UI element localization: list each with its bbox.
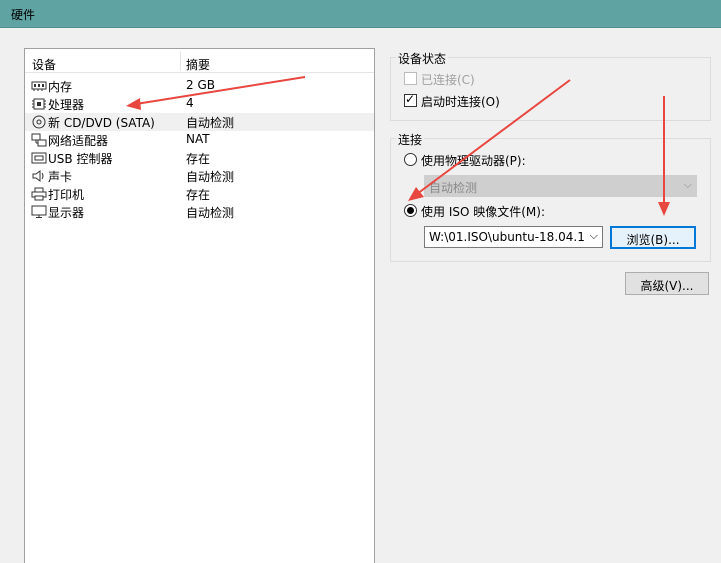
device-summary: 自动检测 xyxy=(186,170,235,184)
physical-drive-value: 自动检测 xyxy=(429,181,478,195)
device-row-usb-controller[interactable]: USB 控制器 存在 xyxy=(25,149,374,167)
iso-image-radio[interactable] xyxy=(404,204,417,217)
chevron-down-icon: ⌵ xyxy=(589,229,598,242)
physical-drive-label: 使用物理驱动器(P): xyxy=(421,154,526,168)
network-adapter-icon xyxy=(31,133,47,147)
column-separator[interactable] xyxy=(180,51,181,71)
column-header-device[interactable]: 设备 xyxy=(32,56,56,73)
connected-checkbox[interactable] xyxy=(404,72,417,85)
device-row-memory[interactable]: 内存 2 GB xyxy=(25,77,374,95)
advanced-button[interactable]: 高级(V)... xyxy=(625,272,709,295)
device-name: 内存 xyxy=(48,80,73,94)
checkmark-icon: ✓ xyxy=(405,92,416,106)
device-summary: 存在 xyxy=(186,152,211,166)
device-summary: 2 GB xyxy=(186,78,215,92)
device-summary: NAT xyxy=(186,132,210,146)
cd-dvd-icon xyxy=(32,115,46,129)
device-row-display[interactable]: 显示器 自动检测 xyxy=(25,203,374,221)
device-name: 显示器 xyxy=(48,206,85,220)
device-summary: 自动检测 xyxy=(186,206,235,220)
usb-controller-icon xyxy=(31,152,47,164)
window-title-bar: 硬件 xyxy=(0,0,721,28)
device-row-network-adapter[interactable]: 网络适配器 NAT xyxy=(25,131,374,149)
device-row-sound-card[interactable]: 声卡 自动检测 xyxy=(25,167,374,185)
connected-checkbox-label: 已连接(C) xyxy=(421,73,475,87)
device-name: 处理器 xyxy=(48,98,85,112)
device-status-group-label: 设备状态 xyxy=(396,50,449,67)
device-summary: 自动检测 xyxy=(186,116,235,130)
physical-drive-radio[interactable] xyxy=(404,153,417,166)
chevron-down-icon: ⌵ xyxy=(683,178,692,191)
device-list-header: 设备 摘要 xyxy=(25,49,374,73)
connection-group-label: 连接 xyxy=(396,131,425,148)
device-name: 网络适配器 xyxy=(48,134,109,148)
iso-path-combobox[interactable]: W:\01.ISO\ubuntu-18.04.1- ⌵ xyxy=(424,226,603,248)
connect-at-power-on-checkbox[interactable]: ✓ xyxy=(404,92,417,107)
radio-selected-dot xyxy=(407,207,414,214)
printer-icon xyxy=(31,187,47,201)
memory-icon xyxy=(31,81,47,91)
device-summary: 存在 xyxy=(186,188,211,202)
device-row-processor[interactable]: 处理器 4 xyxy=(25,95,374,113)
connect-at-power-on-label: 启动时连接(O) xyxy=(421,95,500,109)
physical-drive-select[interactable]: 自动检测 ⌵ xyxy=(424,175,697,197)
window-title: 硬件 xyxy=(11,8,36,22)
device-name: 新 CD/DVD (SATA) xyxy=(48,116,155,130)
device-row-printer[interactable]: 打印机 存在 xyxy=(25,185,374,203)
iso-path-value: W:\01.ISO\ubuntu-18.04.1- xyxy=(429,230,590,244)
device-summary: 4 xyxy=(186,96,194,110)
device-name: USB 控制器 xyxy=(48,152,113,166)
device-list[interactable]: 设备 摘要 内存 2 GB 处理器 4 新 CD/DVD (SATA) 自动检测 xyxy=(24,48,375,563)
monitor-icon xyxy=(31,205,47,218)
processor-icon xyxy=(32,98,46,110)
speaker-icon xyxy=(32,170,44,182)
device-row-cd-dvd[interactable]: 新 CD/DVD (SATA) 自动检测 xyxy=(25,113,374,131)
device-name: 声卡 xyxy=(48,170,73,184)
device-name: 打印机 xyxy=(48,188,85,202)
column-header-summary[interactable]: 摘要 xyxy=(186,56,210,73)
iso-image-label: 使用 ISO 映像文件(M): xyxy=(421,205,545,219)
browse-button[interactable]: 浏览(B)... xyxy=(610,226,696,249)
